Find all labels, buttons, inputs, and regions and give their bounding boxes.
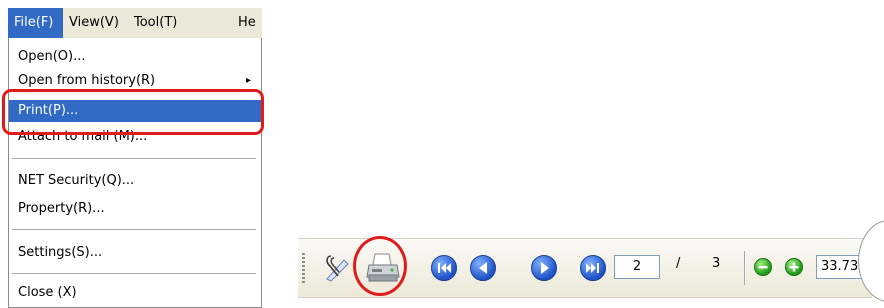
menu-tool[interactable]: Tool(T) — [128, 8, 188, 38]
menu-item-property[interactable]: Property(R)... — [9, 198, 261, 220]
menu-item-net-security[interactable]: NET Security(Q)... — [9, 170, 261, 192]
menu-item-open[interactable]: Open(O)... — [9, 46, 261, 68]
page-total: 3 — [712, 256, 721, 271]
menu-view[interactable]: View(V) — [63, 8, 127, 38]
menu-separator — [12, 273, 256, 274]
zoom-out-icon[interactable] — [754, 258, 772, 276]
menu-file[interactable]: File(F) — [8, 8, 63, 38]
page-number-input[interactable]: 2 — [614, 255, 660, 279]
menu-help[interactable]: He — [236, 8, 262, 38]
previous-page-icon[interactable] — [470, 255, 496, 281]
menu-item-label: Open from history(R) — [18, 73, 156, 88]
last-page-icon[interactable] — [580, 255, 606, 281]
print-highlight-circle — [353, 236, 407, 296]
file-menu-dropdown: Open(O)... Open from history(R) ▸ Print(… — [8, 38, 262, 308]
toolbar-separator — [744, 251, 746, 285]
menu-separator — [12, 158, 256, 159]
toolbar-grip[interactable] — [302, 253, 305, 283]
next-page-icon[interactable] — [531, 255, 557, 281]
menu-item-settings[interactable]: Settings(S)... — [9, 242, 261, 264]
menu-item-close[interactable]: Close (X) — [9, 282, 261, 304]
print-highlight-annotation — [2, 89, 264, 135]
zoom-in-icon[interactable] — [785, 258, 803, 276]
menu-bar: File(F) View(V) Tool(T) He — [8, 8, 262, 39]
menu-separator — [12, 229, 256, 230]
attach-icon[interactable] — [322, 252, 352, 284]
first-page-icon[interactable] — [431, 255, 457, 281]
page-separator: / — [676, 256, 681, 271]
